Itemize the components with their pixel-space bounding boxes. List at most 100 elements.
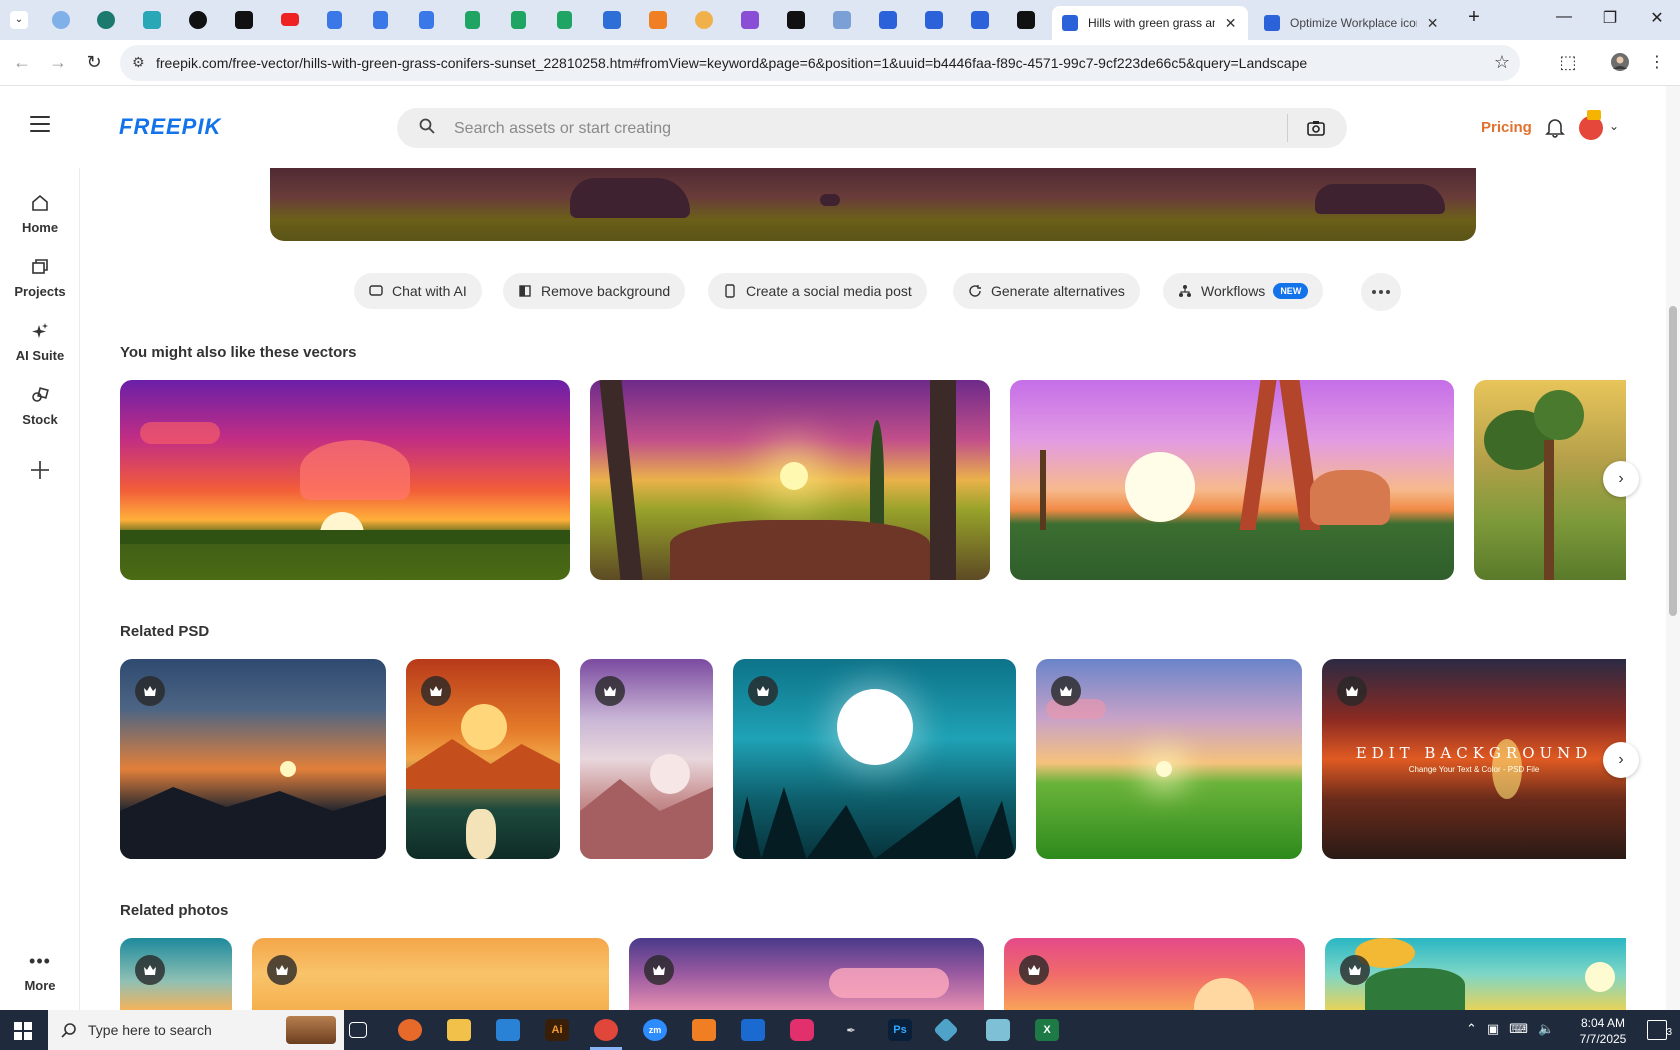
sheets-favicon-icon[interactable]	[511, 11, 526, 29]
notification-center-icon[interactable]: 3	[1647, 1020, 1672, 1040]
pinned-tab-favicon[interactable]	[1017, 11, 1035, 29]
firefox-icon[interactable]	[398, 1019, 422, 1041]
chrome-icon[interactable]	[594, 1019, 618, 1041]
psd-card[interactable]	[406, 659, 560, 859]
back-icon[interactable]: ←	[10, 52, 34, 73]
forward-icon[interactable]: →	[46, 52, 70, 73]
new-tab-button[interactable]: +	[1462, 6, 1486, 29]
pinned-tab-favicon[interactable]	[52, 11, 70, 29]
workflows-button[interactable]: Workflows NEW	[1163, 273, 1324, 309]
youtube-favicon-icon[interactable]	[281, 13, 299, 26]
pinned-tab-favicon[interactable]	[695, 11, 713, 29]
creative-cloud-icon[interactable]	[790, 1019, 814, 1041]
pinned-tab-favicon[interactable]	[649, 11, 667, 29]
rail-item-stock[interactable]: Stock	[0, 384, 80, 427]
pinned-tab-favicon[interactable]	[235, 11, 253, 29]
site-info-icon[interactable]: ⚙	[132, 54, 145, 71]
psd-card[interactable]	[733, 659, 1016, 859]
zoom-icon[interactable]: zm	[643, 1019, 667, 1041]
psd-card[interactable]	[580, 659, 713, 859]
psd-card[interactable]	[1036, 659, 1302, 859]
forms-favicon-icon[interactable]	[879, 11, 897, 29]
app-icon[interactable]	[933, 1017, 959, 1043]
generate-alternatives-button[interactable]: Generate alternatives	[953, 273, 1140, 309]
rail-item-projects[interactable]: Projects	[0, 256, 80, 299]
scroll-thumb[interactable]	[1669, 306, 1677, 616]
docs-favicon-icon[interactable]	[327, 11, 342, 29]
extensions-icon[interactable]: ⬚	[1556, 52, 1580, 73]
pinned-tab-favicon[interactable]	[603, 11, 621, 29]
vscode-icon[interactable]	[496, 1019, 520, 1041]
illustrator-icon[interactable]: Ai	[545, 1019, 569, 1041]
next-vectors-button[interactable]: ›	[1603, 461, 1639, 497]
add-icon[interactable]	[29, 459, 51, 481]
vector-card[interactable]	[120, 380, 570, 580]
next-psd-button[interactable]: ›	[1603, 742, 1639, 778]
social-media-post-button[interactable]: Create a social media post	[708, 273, 927, 309]
address-bar[interactable]: ⚙ freepik.com/free-vector/hills-with-gre…	[120, 45, 1520, 81]
sheets-favicon-icon[interactable]	[557, 11, 572, 29]
outlook-icon[interactable]	[741, 1019, 765, 1041]
app-icon[interactable]	[986, 1019, 1010, 1041]
pinned-tab-favicon[interactable]	[143, 11, 161, 29]
tab-search-icon[interactable]: ⌄	[10, 11, 28, 29]
minimize-icon[interactable]: —	[1552, 8, 1576, 26]
photo-card[interactable]	[1325, 938, 1626, 1010]
page-scrollbar[interactable]	[1666, 86, 1680, 1010]
rail-item-home[interactable]: Home	[0, 192, 80, 235]
file-explorer-icon[interactable]	[447, 1019, 471, 1041]
chevron-down-icon[interactable]: ⌄	[1609, 119, 1619, 133]
clock[interactable]: 8:04 AM 7/7/2025	[1568, 1015, 1638, 1047]
tab-active[interactable]: Hills with green grass and ✕	[1052, 6, 1248, 40]
photo-card[interactable]	[629, 938, 984, 1010]
pinned-tab-favicon[interactable]	[833, 11, 851, 29]
docs-favicon-icon[interactable]	[419, 11, 434, 29]
network-icon[interactable]: ⌨	[1509, 1021, 1528, 1037]
vector-card[interactable]	[1010, 380, 1454, 580]
pen-tool-icon[interactable]: ✒	[839, 1019, 863, 1041]
task-view-icon[interactable]	[349, 1022, 367, 1038]
taskbar-search[interactable]: Type here to search	[48, 1010, 344, 1050]
search-input[interactable]: Search assets or start creating	[454, 120, 671, 138]
vector-card[interactable]	[590, 380, 990, 580]
volume-icon[interactable]: 🔈	[1538, 1021, 1554, 1037]
app-icon[interactable]	[692, 1019, 716, 1041]
psd-card[interactable]	[120, 659, 386, 859]
forms-favicon-icon[interactable]	[971, 11, 989, 29]
taskbar-search-input[interactable]: Type here to search	[88, 1022, 212, 1038]
tray-chevron-up-icon[interactable]: ⌃	[1466, 1021, 1477, 1037]
rail-item-ai-suite[interactable]: AI Suite	[0, 320, 80, 363]
close-window-icon[interactable]: ✕	[1645, 8, 1669, 28]
pricing-link[interactable]: Pricing	[1481, 119, 1532, 136]
pinned-tab-favicon[interactable]	[741, 11, 759, 29]
more-actions-button[interactable]	[1361, 273, 1401, 311]
camera-icon[interactable]	[1306, 118, 1326, 138]
photo-card[interactable]	[120, 938, 232, 1010]
restore-icon[interactable]: ❐	[1598, 8, 1622, 28]
pinned-tab-favicon[interactable]	[189, 11, 207, 29]
tab-inactive[interactable]: Optimize Workplace icon ✕	[1254, 6, 1450, 40]
close-tab-icon[interactable]: ✕	[1425, 15, 1440, 32]
bookmark-star-icon[interactable]: ☆	[1494, 52, 1510, 73]
rail-item-more[interactable]: ••• More	[0, 950, 80, 994]
photo-card[interactable]	[252, 938, 609, 1010]
reload-icon[interactable]: ↻	[82, 52, 106, 73]
excel-icon[interactable]: X	[1035, 1019, 1059, 1041]
psd-card[interactable]: EDIT BACKGROUND Change Your Text & Color…	[1322, 659, 1626, 859]
profile-avatar[interactable]	[1608, 52, 1632, 77]
forms-favicon-icon[interactable]	[925, 11, 943, 29]
main-image-preview[interactable]	[270, 168, 1476, 241]
search-bar[interactable]: Search assets or start creating	[397, 108, 1347, 148]
user-avatar[interactable]	[1579, 110, 1603, 140]
pinned-tab-favicon[interactable]	[787, 11, 805, 29]
freepik-logo[interactable]: FREEPIK	[119, 114, 221, 140]
tray-app-icon[interactable]: ▣	[1487, 1021, 1499, 1037]
browser-menu-icon[interactable]: ⋮	[1645, 52, 1669, 72]
photoshop-icon[interactable]: Ps	[888, 1019, 912, 1041]
pinned-tab-favicon[interactable]	[97, 11, 115, 29]
docs-favicon-icon[interactable]	[373, 11, 388, 29]
remove-background-button[interactable]: Remove background	[503, 273, 686, 309]
windows-start-icon[interactable]	[14, 1022, 32, 1040]
menu-icon[interactable]	[30, 116, 50, 132]
close-tab-icon[interactable]: ✕	[1223, 15, 1238, 32]
